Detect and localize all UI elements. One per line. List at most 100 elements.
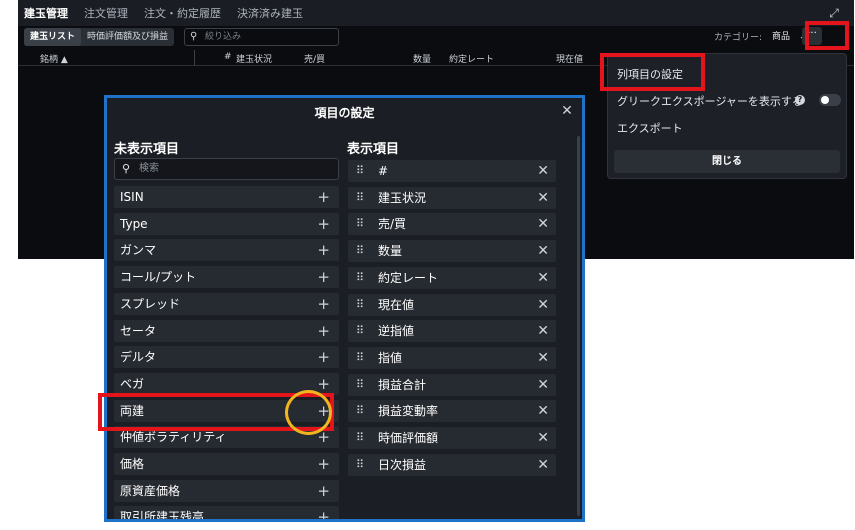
shown-item-label: 売/買 bbox=[378, 217, 407, 232]
drag-handle-icon[interactable]: ⠿ bbox=[356, 374, 364, 396]
shown-item-row[interactable]: ⠿ 現在値 ✕ bbox=[348, 293, 556, 316]
shown-item-row[interactable]: ⠿ 約定レート ✕ bbox=[348, 266, 556, 289]
plus-icon[interactable]: + bbox=[317, 480, 330, 502]
highlight-column-settings bbox=[600, 53, 705, 91]
plus-icon[interactable]: + bbox=[317, 239, 330, 261]
plus-icon[interactable]: + bbox=[317, 186, 330, 208]
shown-item-label: 時価評価額 bbox=[378, 431, 439, 445]
shown-item-row[interactable]: ⠿ 建玉状況 ✕ bbox=[348, 186, 556, 209]
shown-item-row[interactable]: ⠿ 指値 ✕ bbox=[348, 346, 556, 369]
shown-item-row[interactable]: ⠿ 数量 ✕ bbox=[348, 240, 556, 263]
shown-item-label: 建玉状況 bbox=[378, 190, 427, 205]
filter-input[interactable]: ⚲ 絞り込み bbox=[184, 28, 339, 46]
hidden-item-row[interactable]: コール/プット + bbox=[114, 266, 339, 289]
remove-icon[interactable]: ✕ bbox=[537, 320, 549, 342]
drag-handle-icon[interactable]: ⠿ bbox=[356, 187, 364, 209]
shown-item-row[interactable]: ⠿ 日次損益 ✕ bbox=[348, 453, 556, 476]
shown-item-label: 損益変動率 bbox=[378, 404, 439, 419]
tab-closed[interactable]: 決済済み建玉 bbox=[237, 5, 303, 21]
drag-handle-icon[interactable]: ⠿ bbox=[356, 160, 364, 182]
drag-handle-icon[interactable]: ⠿ bbox=[356, 427, 364, 449]
menu-greek-exposure[interactable]: グリークエクスポージャーを表示する bbox=[617, 93, 803, 109]
close-menu-button[interactable]: 閉じる bbox=[614, 150, 840, 173]
drag-handle-icon[interactable]: ⠿ bbox=[356, 347, 364, 369]
column-status[interactable]: 建玉状況 bbox=[236, 52, 272, 65]
shown-item-label: 約定レート bbox=[378, 270, 439, 285]
plus-icon[interactable]: + bbox=[317, 213, 330, 235]
hidden-item-label: コール/プット bbox=[120, 270, 197, 285]
search-input[interactable]: ⚲ 検索 bbox=[114, 158, 339, 180]
dialog-scrollbar[interactable] bbox=[577, 136, 580, 516]
remove-icon[interactable]: ✕ bbox=[537, 400, 549, 422]
view-segment: 建玉リスト 時価評価額及び損益 bbox=[24, 28, 175, 46]
category-label: カテゴリー: bbox=[714, 33, 763, 43]
shown-item-label: 逆指値 bbox=[378, 324, 415, 339]
column-number[interactable]: # bbox=[224, 52, 232, 62]
close-icon[interactable]: ✕ bbox=[558, 102, 576, 120]
plus-icon[interactable]: + bbox=[317, 293, 330, 315]
drag-handle-icon[interactable]: ⠿ bbox=[356, 213, 364, 235]
hidden-item-label: 仲値ボラティリティ bbox=[120, 430, 227, 445]
hidden-item-row[interactable]: 取引所建玉残高 + bbox=[114, 506, 339, 522]
drag-handle-icon[interactable]: ⠿ bbox=[356, 267, 364, 289]
shown-item-row[interactable]: ⠿ 損益変動率 ✕ bbox=[348, 400, 556, 423]
toolbar: 建玉リスト 時価評価額及び損益 ⚲ 絞り込み カテゴリー: 商品 ⌄ bbox=[18, 26, 854, 48]
shown-item-row[interactable]: ⠿ 損益合計 ✕ bbox=[348, 373, 556, 396]
column-current[interactable]: 現在値 bbox=[556, 52, 583, 65]
remove-icon[interactable]: ✕ bbox=[537, 267, 549, 289]
plus-icon[interactable]: + bbox=[317, 346, 330, 368]
tab-history[interactable]: 注文・約定履歴 bbox=[144, 5, 221, 21]
hidden-item-label: 原資産価格 bbox=[120, 483, 181, 498]
help-icon: ? bbox=[795, 95, 805, 105]
shown-item-row[interactable]: ⠿ 時価評価額 ✕ bbox=[348, 427, 556, 449]
plus-icon[interactable]: + bbox=[317, 506, 330, 519]
remove-icon[interactable]: ✕ bbox=[537, 213, 549, 235]
column-symbol[interactable]: 銘柄 ▲ bbox=[40, 52, 68, 65]
remove-icon[interactable]: ✕ bbox=[537, 347, 549, 369]
shown-item-row[interactable]: ⠿ 逆指値 ✕ bbox=[348, 320, 556, 343]
hidden-item-row[interactable]: デルタ + bbox=[114, 346, 339, 369]
hidden-item-row[interactable]: スプレッド + bbox=[114, 292, 339, 315]
search-icon: ⚲ bbox=[122, 162, 131, 175]
segment-position-list[interactable]: 建玉リスト bbox=[24, 28, 82, 46]
shown-item-row[interactable]: ⠿ 売/買 ✕ bbox=[348, 213, 556, 236]
hidden-item-row[interactable]: 価格 + bbox=[114, 453, 339, 475]
remove-icon[interactable]: ✕ bbox=[537, 294, 549, 316]
expand-icon[interactable]: ⤢ bbox=[826, 5, 842, 21]
column-rate[interactable]: 約定レート bbox=[449, 52, 494, 65]
remove-icon[interactable]: ✕ bbox=[537, 454, 549, 476]
drag-handle-icon[interactable]: ⠿ bbox=[356, 294, 364, 316]
hidden-item-row[interactable]: ISIN + bbox=[114, 186, 339, 208]
shown-item-label: 日次損益 bbox=[378, 457, 427, 472]
remove-icon[interactable]: ✕ bbox=[537, 240, 549, 262]
plus-icon[interactable]: + bbox=[317, 266, 330, 288]
tab-orders[interactable]: 注文管理 bbox=[84, 5, 128, 21]
shown-items-title: 表示項目 bbox=[347, 142, 400, 157]
hidden-item-row[interactable]: Type + bbox=[114, 212, 339, 235]
remove-icon[interactable]: ✕ bbox=[537, 374, 549, 396]
hidden-item-label: 取引所建玉残高 bbox=[120, 510, 205, 522]
shown-item-row[interactable]: ⠿ # ✕ bbox=[348, 160, 556, 182]
search-icon: ⚲ bbox=[190, 31, 198, 42]
dialog-title: 項目の設定 bbox=[314, 106, 375, 120]
column-quantity[interactable]: 数量 bbox=[413, 52, 431, 65]
tab-positions[interactable]: 建玉管理 bbox=[24, 5, 68, 21]
greek-exposure-toggle[interactable] bbox=[819, 94, 841, 106]
remove-icon[interactable]: ✕ bbox=[537, 160, 549, 182]
search-placeholder: 検索 bbox=[139, 163, 159, 174]
hidden-item-label: セータ bbox=[120, 323, 157, 338]
column-side[interactable]: 売/買 bbox=[304, 52, 325, 65]
hidden-item-row[interactable]: セータ + bbox=[114, 319, 339, 342]
remove-icon[interactable]: ✕ bbox=[537, 187, 549, 209]
drag-handle-icon[interactable]: ⠿ bbox=[356, 400, 364, 422]
segment-valuation[interactable]: 時価評価額及び損益 bbox=[81, 28, 174, 46]
remove-icon[interactable]: ✕ bbox=[537, 427, 549, 449]
drag-handle-icon[interactable]: ⠿ bbox=[356, 240, 364, 262]
plus-icon[interactable]: + bbox=[317, 320, 330, 342]
menu-export[interactable]: エクスポート bbox=[617, 120, 683, 136]
hidden-item-row[interactable]: 原資産価格 + bbox=[114, 479, 339, 502]
plus-icon[interactable]: + bbox=[317, 453, 330, 475]
drag-handle-icon[interactable]: ⠿ bbox=[356, 320, 364, 342]
hidden-item-row[interactable]: ガンマ + bbox=[114, 239, 339, 262]
drag-handle-icon[interactable]: ⠿ bbox=[356, 454, 364, 476]
